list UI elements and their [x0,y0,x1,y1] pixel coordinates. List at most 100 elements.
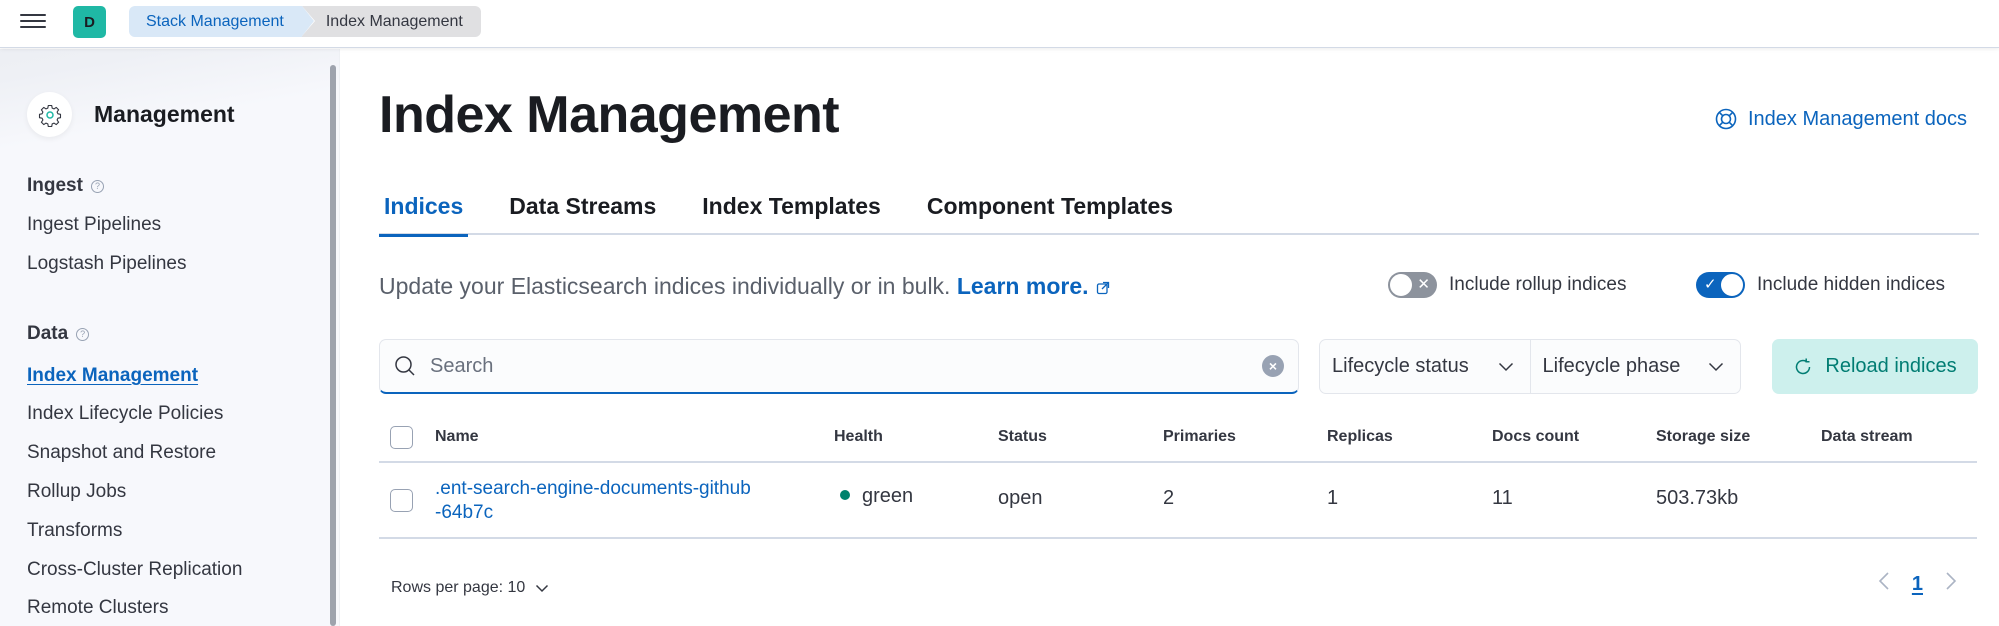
primaries-cell: 2 [1163,487,1175,509]
column-header-data-stream[interactable]: Data stream [1821,428,1913,446]
sidebar-item-ingest-pipelines[interactable]: Ingest Pipelines [27,214,161,236]
description-text: Update your Elasticsearch indices indivi… [379,273,951,299]
tab-data-streams[interactable]: Data Streams [504,187,661,235]
sidebar-group-data: Data ? [27,323,90,345]
sidebar-title: Management [94,101,235,127]
page-title: Index Management [379,86,840,144]
space-avatar[interactable]: D [73,6,106,38]
reload-label: Reload indices [1825,355,1957,377]
help-icon[interactable]: ? [90,179,104,193]
tab-index-templates[interactable]: Index Templates [697,187,886,235]
rollup-indices-toggle-group: ✕ Include rollup indices [1388,272,1626,298]
breadcrumb-stack-management[interactable]: Stack Management [129,6,314,37]
tab-bar: Indices Data Streams Index Templates Com… [379,187,1979,237]
select-all-checkbox[interactable] [390,425,413,449]
rollup-indices-label: Include rollup indices [1449,274,1627,295]
switch-knob [1389,273,1413,297]
hamburger-icon-bar [20,26,46,28]
clear-search-button[interactable]: × [1262,355,1284,377]
sidebar-item-remote-clusters[interactable]: Remote Clusters [27,597,169,619]
docs-count-cell: 11 [1492,487,1513,509]
sidebar-scrollbar[interactable] [330,65,336,626]
hidden-indices-toggle-group: ✓ Include hidden indices [1696,272,1945,298]
learn-more-link[interactable]: Learn more. [957,273,1111,299]
sidebar-group-label: Ingest [27,175,83,196]
index-name-link[interactable]: .ent-search-engine-documents-github -64b… [435,477,751,525]
index-name-line: .ent-search-engine-documents-github [435,478,751,499]
chevron-right-icon [1946,572,1957,590]
help-icon[interactable]: ? [76,327,90,341]
page-description: Update your Elasticsearch indices indivi… [379,273,1111,300]
replicas-cell: 1 [1327,487,1339,509]
refresh-icon [1796,358,1811,374]
row-checkbox[interactable] [390,488,413,512]
status-cell: open [998,487,1043,509]
previous-page-button[interactable] [1878,571,1890,597]
health-cell: green [840,485,913,508]
lifecycle-phase-filter[interactable]: Lifecycle phase [1529,340,1741,393]
table-header: Name Health Status Primaries Replicas Do… [379,413,1977,463]
table-row: .ent-search-engine-documents-github -64b… [379,463,1977,539]
health-status-dot [840,489,850,500]
learn-more-label: Learn more. [956,273,1089,299]
switch-knob [1720,273,1744,297]
tab-component-templates[interactable]: Component Templates [922,187,1178,235]
sidebar-item-transforms[interactable]: Transforms [27,520,122,542]
column-header-status[interactable]: Status [998,428,1047,446]
column-header-primaries[interactable]: Primaries [1163,428,1236,446]
hidden-indices-label: Include hidden indices [1757,274,1946,295]
external-link-icon [1096,281,1109,295]
rows-per-page-label: Rows per page: 10 [391,579,526,596]
docs-link[interactable]: Index Management docs [1714,107,1967,131]
rows-per-page-selector[interactable]: Rows per page: 10 [391,579,549,597]
chevron-down-icon [1708,362,1724,371]
sidebar-header: Management [27,92,235,137]
search-icon [395,356,415,376]
breadcrumb-index-management: Index Management [301,6,481,37]
reload-indices-button[interactable]: Reload indices [1772,339,1978,394]
column-header-health[interactable]: Health [834,428,883,446]
sidebar-item-logstash-pipelines[interactable]: Logstash Pipelines [27,253,187,275]
tab-indices[interactable]: Indices [379,187,469,237]
sidebar-item-rollup-jobs[interactable]: Rollup Jobs [27,481,126,503]
search-input[interactable] [416,340,1262,392]
column-header-name[interactable]: Name [435,428,479,446]
cross-icon: ✕ [1417,276,1430,293]
chevron-left-icon [1878,572,1889,590]
top-header: D Stack Management Index Management [0,0,1999,48]
sidebar-item-snapshot-and-restore[interactable]: Snapshot and Restore [27,442,216,464]
docs-link-label: Index Management docs [1747,107,1967,130]
column-header-replicas[interactable]: Replicas [1327,428,1393,446]
hidden-indices-switch[interactable]: ✓ [1696,272,1745,298]
sidebar-group-label: Data [27,323,69,344]
sidebar-item-cross-cluster-replication[interactable]: Cross-Cluster Replication [27,559,242,581]
lifebuoy-icon [1715,108,1737,130]
main-content: Index Management Index Management docs I… [341,49,1999,626]
pagination: 1 [1878,571,1957,597]
next-page-button[interactable] [1945,571,1957,597]
breadcrumb: Stack Management Index Management [129,6,481,37]
menu-toggle-button[interactable] [20,10,46,32]
gear-icon [27,92,72,137]
column-header-storage-size[interactable]: Storage size [1656,428,1750,446]
rollup-indices-switch[interactable]: ✕ [1388,272,1437,298]
sidebar-item-index-management[interactable]: Index Management [27,365,198,387]
lifecycle-filter-group: Lifecycle status Lifecycle phase [1319,339,1741,394]
storage-size-cell: 503.73kb [1656,487,1739,509]
page-number-button[interactable]: 1 [1912,573,1923,596]
chevron-down-icon [1498,362,1513,371]
filter-label: Lifecycle status [1332,355,1469,377]
sidebar: Management Ingest ? Ingest Pipelines Log… [0,49,340,626]
indices-table: Name Health Status Primaries Replicas Do… [379,413,1977,539]
chevron-down-icon [536,584,549,592]
column-header-docs-count[interactable]: Docs count [1492,428,1579,446]
hamburger-icon-bar [20,20,46,22]
health-value: green [862,485,914,507]
search-field: × [379,339,1299,394]
index-name-line: -64b7c [435,502,494,523]
lifecycle-status-filter[interactable]: Lifecycle status [1320,340,1530,393]
filter-label: Lifecycle phase [1542,355,1681,377]
check-icon: ✓ [1704,276,1717,293]
sidebar-item-index-lifecycle-policies[interactable]: Index Lifecycle Policies [27,403,223,425]
hamburger-icon-bar [20,14,46,16]
